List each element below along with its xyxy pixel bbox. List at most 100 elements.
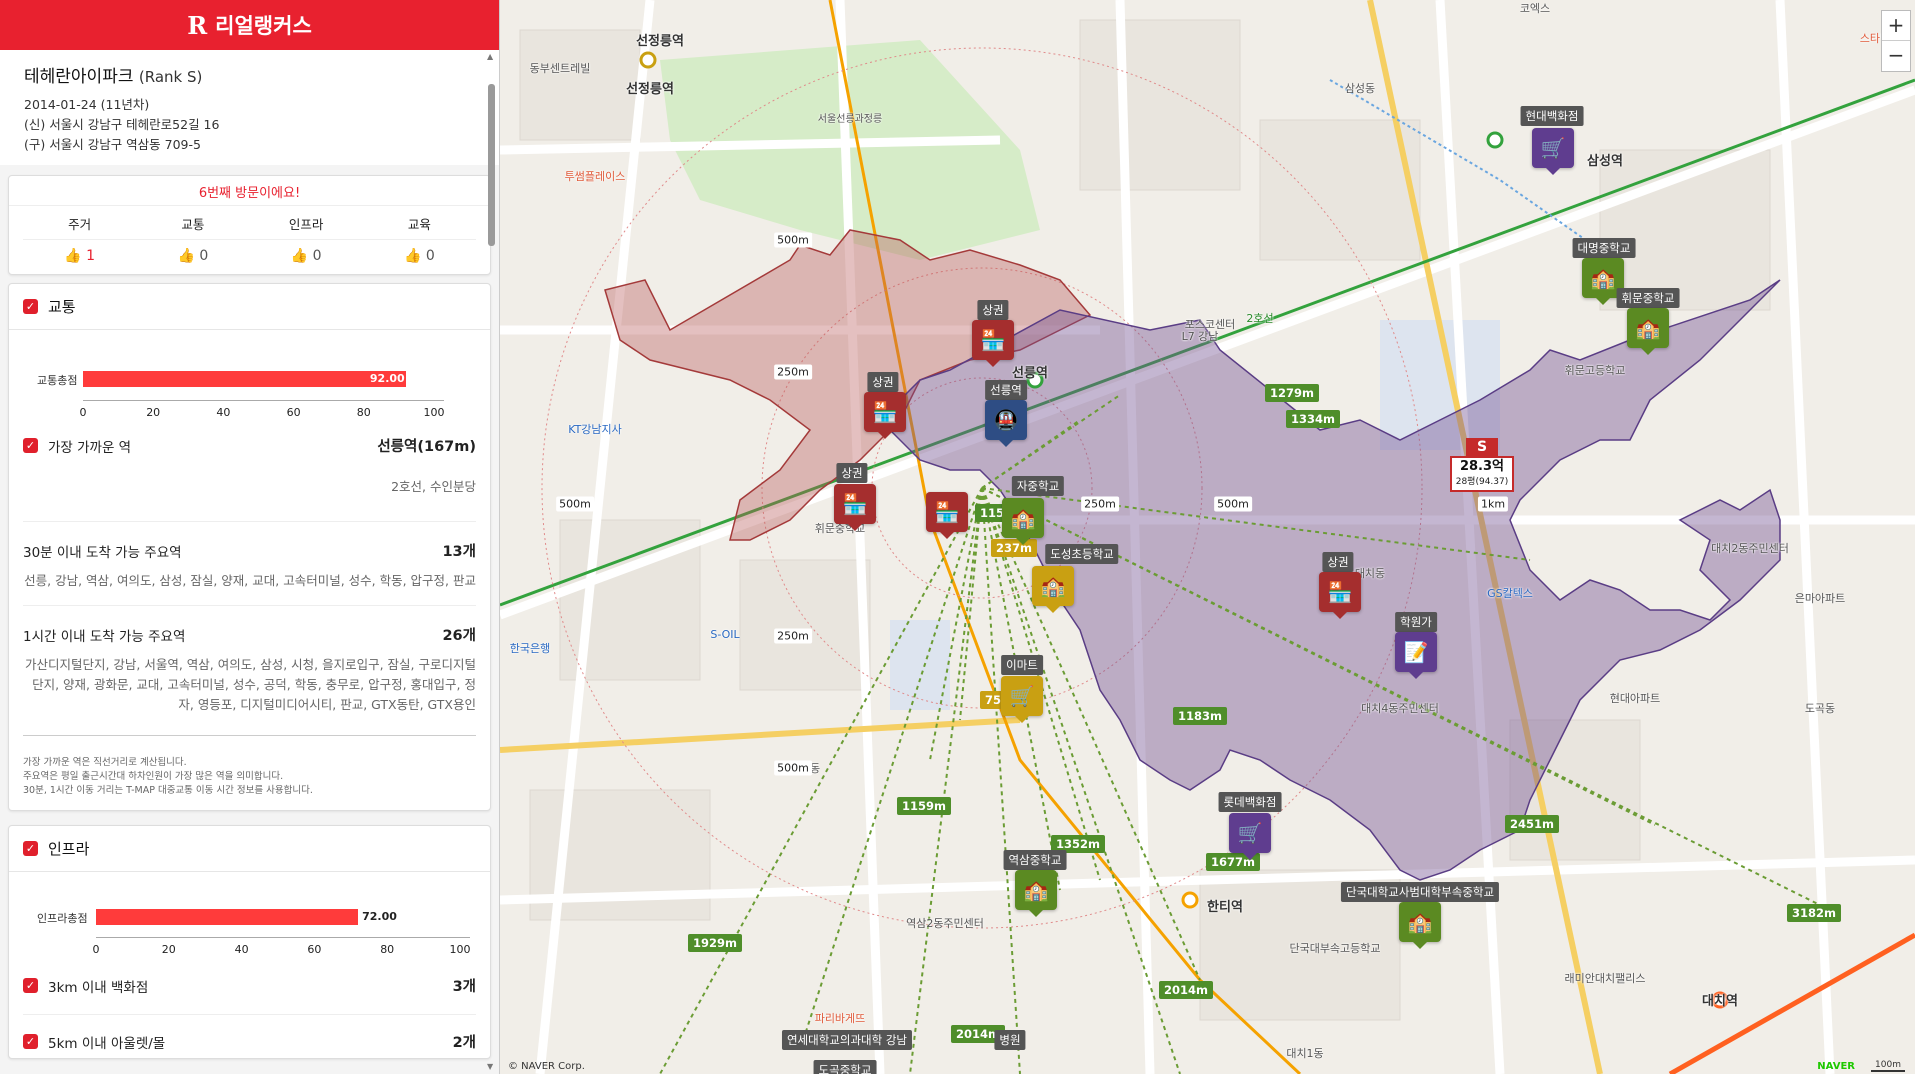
cart-icon: 🛒 [1540, 136, 1566, 160]
note-line: 30분, 1시간 이동 거리는 T-MAP 대중교통 이동 시간 정보를 사용합… [23, 785, 313, 796]
outlet-label: 5km 이내 아울렛/몰 [48, 1035, 166, 1052]
map-view[interactable]: 선정릉역 선정릉역 삼성역 코엑스 선릉역 한티역 대치역 대치동 대치1동 L… [500, 0, 1915, 1074]
school-icon: 🏫 [1040, 574, 1066, 598]
traffic-score-value: 92.00 [369, 372, 405, 385]
subway-icon: 🚇 [993, 408, 1019, 432]
brand-header[interactable]: R 리얼랭커스 [0, 0, 499, 50]
place-label: 도곡동 [1804, 702, 1836, 715]
property-rank: (Rank S) [138, 68, 203, 86]
commercial-marker[interactable]: 🏪 [926, 492, 968, 539]
axis-tick: 100 [423, 406, 445, 419]
sidebar: R 리얼랭커스 테헤란아이파크 (Rank S) 2014-01-24 (11년… [0, 0, 500, 1074]
place-label: 휘문고등학교 [1564, 364, 1626, 377]
like-button-traffic[interactable]: 👍 0 [136, 240, 249, 274]
hospital-tag: 병원 [994, 1030, 1026, 1050]
place-label: 현대아파트 [1609, 692, 1661, 705]
school-tag: 단국대학교사범대학부속중학교 [1340, 882, 1500, 902]
poi-tag: 상권 [977, 300, 1009, 320]
distance-badge: 1279m [1265, 384, 1319, 402]
poi-label: 투썸플레이스 [564, 170, 626, 183]
like-button-infra[interactable]: 👍 0 [250, 240, 363, 274]
traffic-score-track: 92.00 [83, 371, 434, 387]
place-label: 선정릉역 [636, 34, 684, 49]
property-address-new: (신) 서울시 강남구 테헤란로52길 16 [24, 117, 220, 132]
infra-score-chart: 인프라총점 72.00 0 20 40 60 80 100 [23, 872, 476, 967]
checkbox-checked-icon[interactable]: ✓ [23, 978, 38, 993]
school-tag: 도성초등학교 [1045, 544, 1119, 564]
school-tag: 휘문중학교 [1616, 288, 1680, 308]
cart-icon: 🛒 [1009, 684, 1035, 708]
checkbox-checked-icon[interactable]: ✓ [23, 299, 38, 314]
checkbox-checked-icon[interactable]: ✓ [23, 438, 38, 453]
home-price-pin[interactable]: S 28.3억 28평(94.37) [1450, 438, 1514, 498]
traffic-axis-line [83, 400, 444, 401]
scroll-down-icon[interactable]: ▼ [487, 1062, 493, 1071]
dept-store-row: ✓ 3km 이내 백화점 3개 [23, 967, 476, 1015]
ring-distance-label: 500m [774, 760, 812, 776]
commercial-marker[interactable]: 🏪 [864, 392, 906, 439]
like-col-housing: 주거 👍 1 [23, 206, 137, 274]
commercial-marker[interactable]: 🏪 [1319, 572, 1361, 619]
axis-tick: 100 [449, 943, 471, 956]
distance-badge: 1159m [897, 797, 951, 815]
dept-store-marker[interactable]: 🛒 [1532, 128, 1574, 175]
school-marker[interactable]: 🏫 [1002, 498, 1044, 545]
like-button-education[interactable]: 👍 0 [363, 240, 476, 274]
like-label: 인프라 [249, 206, 363, 240]
mart-marker[interactable]: 🛒 [1001, 676, 1043, 723]
distance-badge: 3182m [1787, 904, 1841, 922]
app-root: R 리얼랭커스 테헤란아이파크 (Rank S) 2014-01-24 (11년… [0, 0, 1915, 1074]
like-button-housing[interactable]: 👍 1 [23, 240, 136, 274]
home-price-box: 28.3억 28평(94.37) [1450, 456, 1514, 492]
axis-tick: 20 [146, 406, 161, 419]
thumbs-up-icon: 👍 [290, 248, 309, 264]
school-marker[interactable]: 🏫 [1627, 308, 1669, 355]
axis-tick: 60 [307, 943, 322, 956]
outlet-count: 2개 [452, 1035, 476, 1051]
commercial-marker[interactable]: 🏪 [834, 484, 876, 531]
property-title: 테헤란아이파크 (Rank S) [24, 62, 475, 87]
like-col-infra: 인프라 👍 0 [249, 206, 363, 274]
traffic-section: ✓ 교통 교통총점 92.00 0 20 40 60 80 100 ✓ 가장 가까운 역 선… [8, 283, 491, 811]
shop-icon: 🏪 [842, 492, 868, 516]
traffic-section-header[interactable]: ✓ 교통 [9, 284, 490, 330]
school-icon: 🏫 [1407, 910, 1433, 934]
like-count: 0 [312, 248, 322, 264]
home-rank-badge: S [1466, 438, 1498, 456]
zoom-in-button[interactable]: + [1882, 11, 1910, 41]
place-label: 대치2동주민센터 [1711, 542, 1789, 555]
infra-score-label: 인프라총점 [37, 912, 88, 925]
sidebar-scrollbar[interactable] [488, 84, 495, 246]
dept-store-marker[interactable]: 🛒 [1229, 813, 1271, 860]
infra-section-header[interactable]: ✓ 인프라 [9, 826, 490, 872]
dept-store-count: 3개 [452, 979, 476, 995]
place-label: 대치1동 [1286, 1047, 1324, 1060]
infra-section-title: 인프라 [48, 840, 90, 858]
within60-list: 가산디지털단지, 강남, 서울역, 역삼, 여의도, 삼성, 시청, 을지로입구… [24, 657, 476, 712]
poi-label: S-OIL [710, 628, 740, 641]
scroll-up-icon[interactable]: ▲ [487, 52, 493, 61]
line-label: 2호선 [1246, 312, 1274, 325]
place-label: 선정릉역 [626, 82, 674, 97]
commercial-marker[interactable]: 🏪 [972, 320, 1014, 367]
within30-label: 30분 이내 도착 가능 주요역 [23, 544, 182, 561]
like-label: 교통 [136, 206, 250, 240]
school-marker[interactable]: 🏫 [1015, 870, 1057, 917]
dept-store-tag: 현대백화점 [1520, 106, 1584, 126]
like-count: 0 [199, 248, 209, 264]
ring-distance-label: 1km [1477, 496, 1509, 512]
school-tag: 연세대학교의과대학 강남 [781, 1030, 913, 1050]
checkbox-checked-icon[interactable]: ✓ [23, 841, 38, 856]
academy-marker[interactable]: 📝 [1395, 632, 1437, 679]
subway-station-marker[interactable]: 🚇 [985, 400, 1027, 447]
checkbox-checked-icon[interactable]: ✓ [23, 1034, 38, 1049]
school-marker[interactable]: 🏫 [1399, 902, 1441, 949]
school-marker[interactable]: 🏫 [1032, 566, 1074, 613]
map-credit: © NAVER Corp. [508, 1061, 585, 1072]
shop-icon: 🏪 [934, 500, 960, 524]
zoom-out-button[interactable]: − [1882, 41, 1910, 71]
axis-tick: 60 [286, 406, 301, 419]
ring-distance-label: 500m [556, 496, 594, 512]
school-icon: 🏫 [1590, 266, 1616, 290]
mart-tag: 이마트 [1001, 655, 1043, 675]
